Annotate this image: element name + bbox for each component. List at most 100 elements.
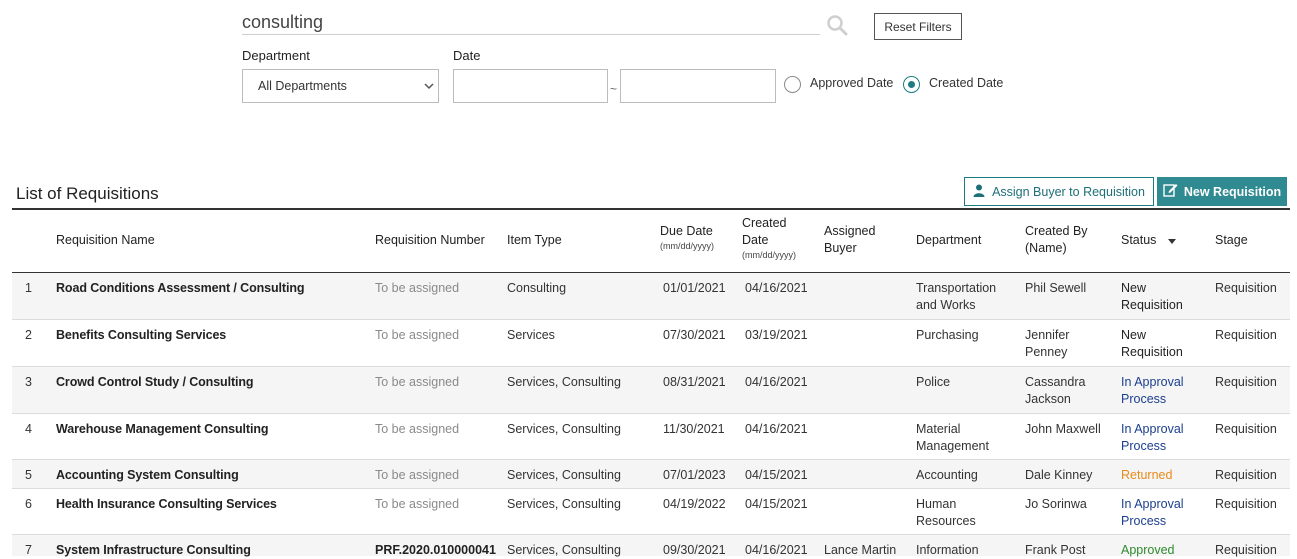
item-type: Services, Consulting [507,543,621,557]
created-by-line2: Jackson [1025,392,1071,406]
item-type: Services, Consulting [507,497,621,511]
created-by-line1: Dale Kinney [1025,468,1093,482]
created-by-header-line2: (Name) [1025,241,1067,255]
column-header-created-date[interactable]: Created Date (mm/dd/yyyy) [742,215,796,261]
table-row[interactable]: 6 Health Insurance Consulting Services T… [12,489,1290,535]
status-badge: In Approval Process [1121,374,1211,408]
created-date: 04/16/2021 [745,375,808,389]
column-header-department[interactable]: Department [916,232,981,249]
department-line2: and Works [916,298,976,312]
stage: Requisition [1215,281,1277,295]
status-line1: Approved [1121,543,1175,557]
department-line1: Human [916,497,957,511]
department: Information [916,542,1016,559]
date-label: Date [453,48,481,63]
requisition-number[interactable]: PRF.2020.010000041 [375,542,496,559]
due-date: 07/30/2021 [663,328,726,342]
new-requisition-button[interactable]: New Requisition [1157,177,1287,206]
due-date: 01/01/2021 [663,281,726,295]
department: Transportation and Works [916,280,1016,314]
created-by: Jo Sorinwa [1025,496,1117,513]
row-number: 2 [25,328,32,342]
stage: Requisition [1215,497,1277,511]
requisition-name-link[interactable]: Accounting System Consulting [56,467,239,484]
created-by-line1: Jennifer [1025,328,1070,342]
status-line2: Requisition [1121,298,1183,312]
table-row[interactable]: 1 Road Conditions Assessment / Consultin… [12,273,1290,320]
status-line2: Requisition [1121,345,1183,359]
created-by-line1: Jo Sorinwa [1025,497,1087,511]
column-header-item-type[interactable]: Item Type [507,232,562,249]
created-date-header-line2: Date [742,233,769,247]
department: Purchasing [916,327,1016,344]
date-range-separator: ~ [610,82,618,96]
created-date-format: (mm/dd/yyyy) [742,250,796,260]
column-header-assigned-buyer[interactable]: Assigned Buyer [824,223,875,257]
requisition-number: To be assigned [375,281,460,295]
created-by: Cassandra Jackson [1025,374,1117,408]
column-header-name[interactable]: Requisition Name [56,232,155,249]
column-header-created-by[interactable]: Created By (Name) [1025,223,1088,257]
created-by: John Maxwell [1025,421,1117,438]
department-label: Department [242,48,310,63]
buyer-header-line2: Buyer [824,241,857,255]
status-badge: Approved [1121,542,1211,559]
column-header-number[interactable]: Requisition Number [375,232,485,249]
due-date: 09/30/2021 [663,543,726,557]
status-badge: In Approval Process [1121,421,1211,455]
table-row[interactable]: 7 System Infrastructure Consulting PRF.2… [12,535,1290,559]
created-by-line1: Cassandra [1025,375,1086,389]
requisition-name-link[interactable]: Crowd Control Study / Consulting [56,374,254,391]
table-row[interactable]: 4 Warehouse Management Consulting To be … [12,414,1290,460]
list-title: List of Requisitions [16,184,159,203]
search-input[interactable] [242,10,820,35]
reset-filters-button[interactable]: Reset Filters [874,13,962,40]
created-by: Frank Post [1025,542,1117,559]
created-date: 04/16/2021 [745,422,808,436]
search-icon[interactable] [826,14,848,36]
due-date-format: (mm/dd/yyyy) [660,241,714,251]
column-header-status[interactable]: Status [1121,232,1176,249]
table-row[interactable]: 5 Accounting System Consulting To be ass… [12,460,1290,489]
approved-date-radio-label[interactable]: Approved Date [810,76,893,90]
created-by: Dale Kinney [1025,467,1117,484]
created-date-radio-label[interactable]: Created Date [929,76,1003,90]
column-header-stage[interactable]: Stage [1215,232,1248,249]
created-date-radio[interactable] [903,76,920,93]
row-number: 1 [25,281,32,295]
stage: Requisition [1215,422,1277,436]
status-line1: In Approval [1121,422,1184,436]
department-select[interactable]: All Departments [242,69,439,103]
assign-buyer-button[interactable]: Assign Buyer to Requisition [964,177,1154,206]
requisition-name-link[interactable]: Benefits Consulting Services [56,327,226,344]
requisition-name-link[interactable]: Health Insurance Consulting Services [56,496,277,513]
status-line1: New [1121,281,1147,295]
assign-buyer-label: Assign Buyer to Requisition [992,184,1145,199]
status-badge: Returned [1121,467,1211,484]
status-line1: In Approval [1121,497,1184,511]
row-number: 5 [25,468,32,482]
sort-down-icon[interactable] [1167,232,1176,249]
department-line1: Purchasing [916,328,979,342]
status-line1: In Approval [1121,375,1184,389]
column-header-due-date[interactable]: Due Date (mm/dd/yyyy) [660,223,714,252]
table-row[interactable]: 2 Benefits Consulting Services To be ass… [12,320,1290,367]
requisition-name-link[interactable]: Warehouse Management Consulting [56,421,269,438]
approved-date-radio[interactable] [784,76,801,93]
department-line2: Management [916,439,989,453]
created-date: 04/15/2021 [745,468,808,482]
department-select-value: All Departments [258,79,347,93]
requisition-name-link[interactable]: System Infrastructure Consulting [56,542,251,559]
department-line1: Transportation [916,281,997,295]
created-date: 04/15/2021 [745,497,808,511]
created-by: Jennifer Penney [1025,327,1117,361]
item-type: Consulting [507,281,567,295]
date-to-input[interactable] [620,69,776,103]
department: Accounting [916,467,1016,484]
department: Human Resources [916,496,1016,530]
created-by-line2: Penney [1025,345,1068,359]
requisition-name-link[interactable]: Road Conditions Assessment / Consulting [56,280,305,297]
date-from-input[interactable] [453,69,608,103]
table-row[interactable]: 3 Crowd Control Study / Consulting To be… [12,367,1290,414]
department: Police [916,374,1016,391]
